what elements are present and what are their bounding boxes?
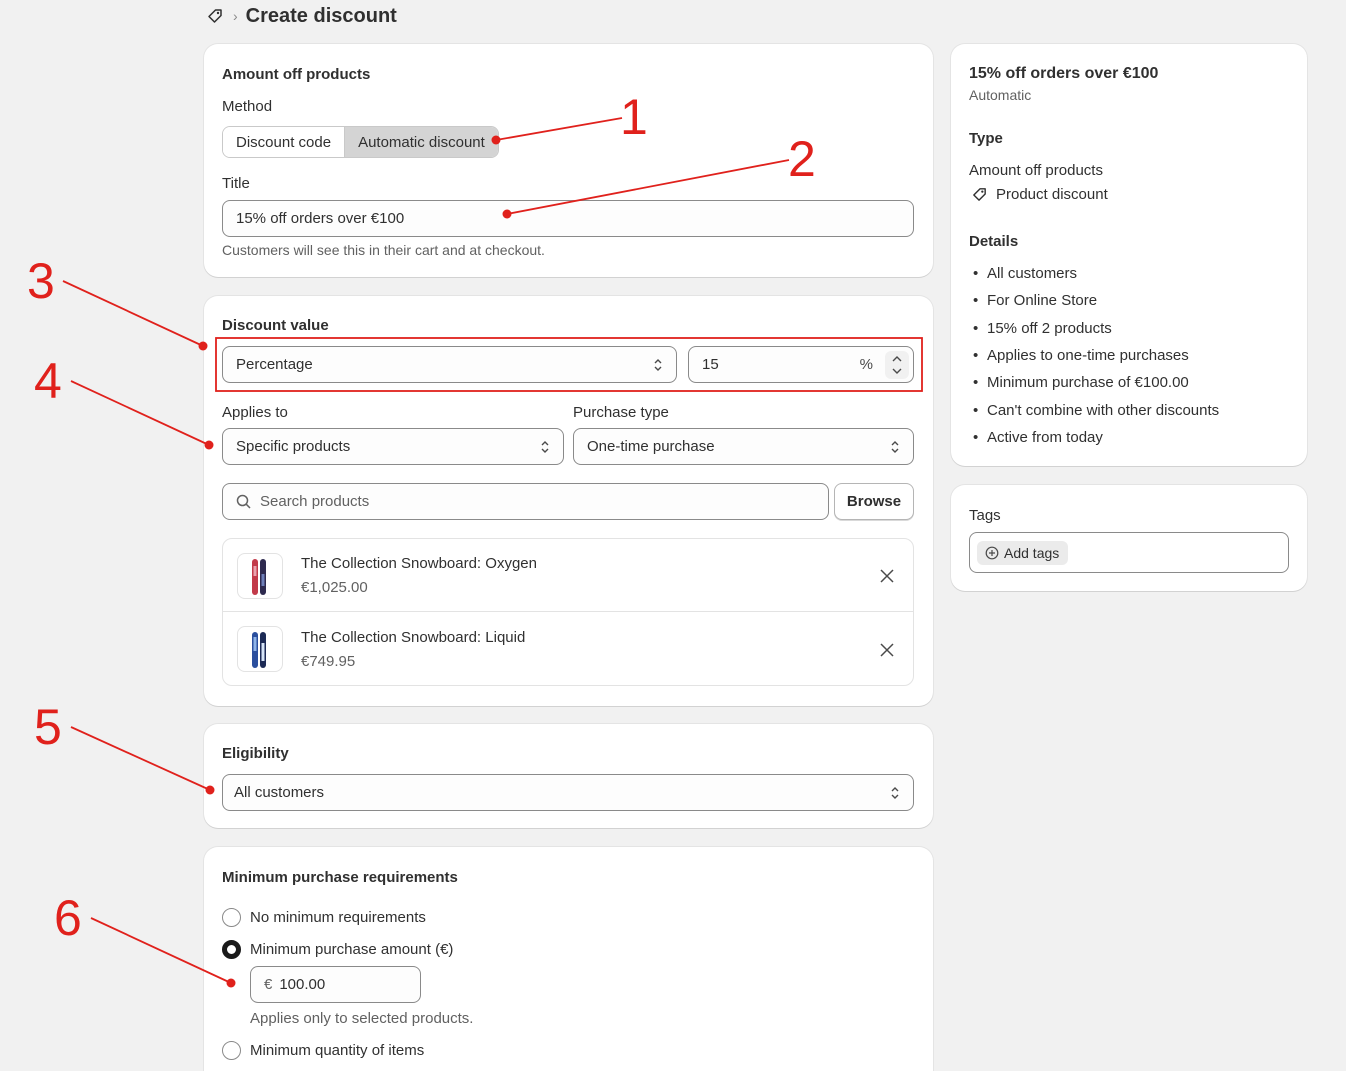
list-item: The Collection Snowboard: Oxygen €1,025.… (223, 539, 913, 612)
add-tags-button[interactable]: Add tags (977, 541, 1069, 565)
page-title: Create discount (245, 4, 397, 27)
annotation-number: 5 (34, 699, 62, 755)
radio-no-minimum-label[interactable]: No minimum requirements (250, 909, 426, 926)
value-amount-input[interactable]: 15 % (688, 346, 914, 383)
list-item: For Online Store (973, 292, 1097, 309)
list-item: The Collection Snowboard: Liquid €749.95 (223, 613, 913, 686)
product-thumbnail (237, 626, 283, 672)
purchase-type-selected: One-time purchase (587, 438, 715, 455)
method-segmented-control: Discount code Automatic discount (222, 126, 499, 158)
product-price: €749.95 (301, 653, 356, 670)
title-help-text: Customers will see this in their cart an… (222, 242, 545, 258)
summary-card: 15% off orders over €100 Automatic Type … (951, 44, 1307, 466)
title-label: Title (222, 175, 250, 192)
tags-heading: Tags (969, 507, 1001, 524)
product-name: The Collection Snowboard: Oxygen (301, 555, 537, 572)
card-heading: Eligibility (222, 745, 289, 762)
card-heading: Minimum purchase requirements (222, 869, 458, 886)
applies-to-select[interactable]: Specific products (222, 428, 564, 465)
select-arrows-icon (891, 786, 899, 799)
close-icon[interactable] (879, 568, 895, 584)
purchase-type-select[interactable]: One-time purchase (573, 428, 914, 465)
applies-to-label: Applies to (222, 404, 288, 421)
details-heading: Details (969, 233, 1019, 250)
browse-button[interactable]: Browse (834, 483, 914, 520)
tag-icon[interactable] (206, 7, 224, 25)
search-icon (236, 494, 251, 509)
currency-prefix: € (264, 976, 273, 993)
radio-minimum-quantity-label[interactable]: Minimum quantity of items (250, 1042, 424, 1059)
minimum-purchase-card: Minimum purchase requirements No minimum… (204, 847, 933, 1071)
annotation-number: 4 (34, 353, 62, 409)
add-tags-label: Add tags (1004, 545, 1060, 561)
discount-code-option[interactable]: Discount code (223, 127, 346, 157)
select-arrows-icon (891, 440, 899, 453)
minimum-amount-help: Applies only to selected products. (250, 1010, 474, 1027)
close-icon[interactable] (879, 642, 895, 658)
select-arrows-icon (654, 358, 662, 371)
search-placeholder: Search products (260, 493, 370, 510)
list-item: Applies to one-time purchases (973, 347, 1189, 364)
type-sub: Product discount (971, 186, 1108, 203)
method-label: Method (222, 98, 273, 115)
eligibility-select[interactable]: All customers (222, 774, 914, 811)
eligibility-selected: All customers (234, 784, 325, 801)
annotation-number: 1 (620, 89, 648, 145)
product-thumbnail (237, 553, 283, 599)
list-item: Active from today (973, 429, 1103, 446)
list-item: Minimum purchase of €100.00 (973, 374, 1189, 391)
value-type-select[interactable]: Percentage (222, 346, 677, 383)
amount-off-card: Amount off products Method Discount code… (204, 44, 933, 277)
card-heading: Discount value (222, 317, 329, 334)
number-stepper[interactable] (885, 351, 909, 379)
product-price: €1,025.00 (301, 579, 368, 596)
plus-circle-icon (985, 546, 999, 560)
breadcrumb: › Create discount (206, 4, 397, 28)
eligibility-card: Eligibility All customers (204, 724, 933, 828)
purchase-type-label: Purchase type (573, 404, 669, 421)
list-item: Can't combine with other discounts (973, 402, 1219, 419)
summary-title: 15% off orders over €100 (969, 65, 1159, 82)
search-products-input[interactable]: Search products (222, 483, 829, 520)
card-heading: Amount off products (222, 66, 371, 83)
minimum-amount-input[interactable]: € 100.00 (250, 966, 421, 1003)
type-sub-label: Product discount (996, 186, 1108, 203)
minimum-amount-value: 100.00 (279, 976, 326, 993)
tags-input[interactable]: Add tags (969, 532, 1289, 573)
title-input[interactable]: 15% off orders over €100 (222, 200, 914, 237)
product-list: The Collection Snowboard: Oxygen €1,025.… (222, 538, 914, 686)
title-input-value: 15% off orders over €100 (236, 210, 405, 227)
type-heading: Type (969, 130, 1003, 147)
list-item: All customers (973, 265, 1077, 282)
tag-icon (973, 188, 986, 201)
radio-minimum-quantity[interactable] (222, 1041, 241, 1060)
automatic-discount-option[interactable]: Automatic discount (345, 127, 498, 157)
summary-subtitle: Automatic (969, 87, 1032, 103)
type-value: Amount off products (969, 162, 1103, 179)
value-amount: 15 (702, 356, 719, 373)
radio-minimum-amount[interactable] (222, 940, 241, 959)
radio-no-minimum[interactable] (222, 908, 241, 927)
select-arrows-icon (541, 440, 549, 453)
applies-to-selected: Specific products (236, 438, 351, 455)
tags-card: Tags Add tags (951, 485, 1307, 591)
product-name: The Collection Snowboard: Liquid (301, 629, 526, 646)
discount-value-card: Discount value Percentage 15 % Applies t… (204, 296, 933, 706)
annotation-number: 2 (788, 131, 816, 187)
value-type-selected: Percentage (236, 356, 313, 373)
radio-minimum-amount-label[interactable]: Minimum purchase amount (€) (250, 941, 453, 958)
list-item: 15% off 2 products (973, 320, 1112, 337)
percent-suffix: % (859, 356, 873, 373)
annotation-number: 3 (27, 253, 55, 309)
chevron-right-icon: › (233, 8, 238, 24)
annotation-number: 6 (54, 890, 82, 946)
